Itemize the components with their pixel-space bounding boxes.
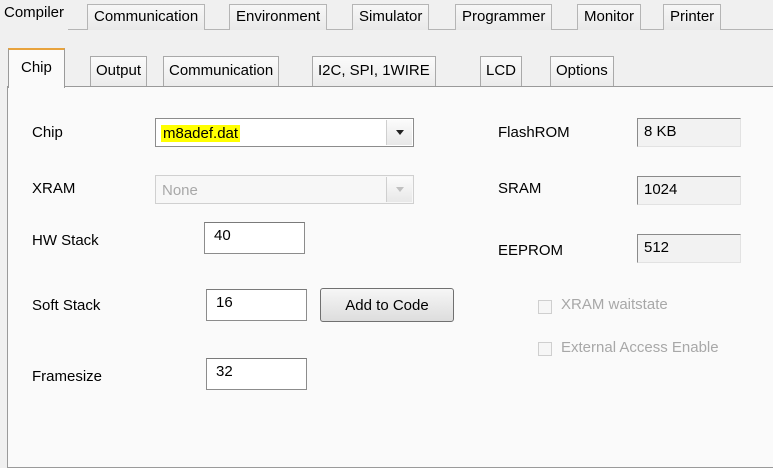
tab-label: I2C, SPI, 1WIRE (318, 62, 430, 79)
tab-communication[interactable]: Communication (87, 4, 206, 30)
hw-stack-input[interactable]: 40 (204, 222, 305, 254)
tab-monitor[interactable]: Monitor (577, 4, 642, 30)
tab-simulator[interactable]: Simulator (352, 4, 430, 30)
tab-label: Communication (94, 8, 199, 25)
flashrom-label: FlashROM (498, 124, 570, 141)
dropdown-button[interactable] (386, 120, 412, 145)
chip-label: Chip (32, 124, 63, 141)
tab-label: Programmer (462, 8, 546, 25)
xram-waitstate-label: XRAM waitstate (561, 296, 668, 313)
sram-label: SRAM (498, 180, 542, 197)
tab-options[interactable]: Options (550, 56, 614, 86)
xram-waitstate-checkbox[interactable] (538, 300, 552, 314)
external-access-enable-label: External Access Enable (561, 339, 719, 356)
tab-i2c-spi-1wire[interactable]: I2C, SPI, 1WIRE (312, 56, 436, 86)
eeprom-value: 512 (637, 234, 741, 263)
chip-select-value: m8adef.dat (161, 125, 241, 142)
tab-label: Environment (236, 8, 321, 25)
chip-select[interactable]: m8adef.dat (155, 118, 414, 147)
framesize-input[interactable]: 32 (206, 358, 307, 390)
xram-select[interactable]: None (155, 175, 414, 204)
tab-label: Printer (670, 8, 715, 25)
tab-output[interactable]: Output (90, 56, 148, 86)
tab-label: LCD (486, 62, 517, 79)
tab-lcd[interactable]: LCD (480, 56, 523, 86)
sram-value: 1024 (637, 176, 741, 205)
tab-label: Simulator (359, 8, 423, 25)
tab-label: Monitor (584, 8, 635, 25)
dropdown-button[interactable] (386, 177, 412, 202)
add-to-code-button[interactable]: Add to Code (320, 288, 454, 322)
tab-label: Output (96, 62, 142, 79)
tab-label: Options (556, 62, 608, 79)
tab-printer[interactable]: Printer (663, 4, 722, 30)
soft-stack-input[interactable]: 16 (206, 289, 307, 321)
xram-label: XRAM (32, 180, 76, 197)
tab-label: Compiler (4, 4, 65, 21)
tab-label: Communication (169, 62, 274, 79)
framesize-label: Framesize (32, 368, 103, 385)
xram-select-value: None (162, 182, 198, 199)
hw-stack-label: HW Stack (32, 232, 99, 249)
eeprom-label: EEPROM (498, 242, 564, 259)
tab-chip[interactable]: Chip (8, 48, 65, 88)
flashrom-value: 8 KB (637, 118, 741, 147)
tab-label: Chip (21, 59, 52, 76)
soft-stack-label: Soft Stack (32, 297, 101, 314)
tab-compiler[interactable]: Compiler (0, 0, 69, 30)
tab-environment[interactable]: Environment (229, 4, 328, 30)
chevron-down-icon (395, 187, 404, 192)
external-access-enable-checkbox[interactable] (538, 342, 552, 356)
tab-communication-sub[interactable]: Communication (163, 56, 280, 86)
chevron-down-icon (395, 130, 404, 135)
tab-programmer[interactable]: Programmer (455, 4, 553, 30)
